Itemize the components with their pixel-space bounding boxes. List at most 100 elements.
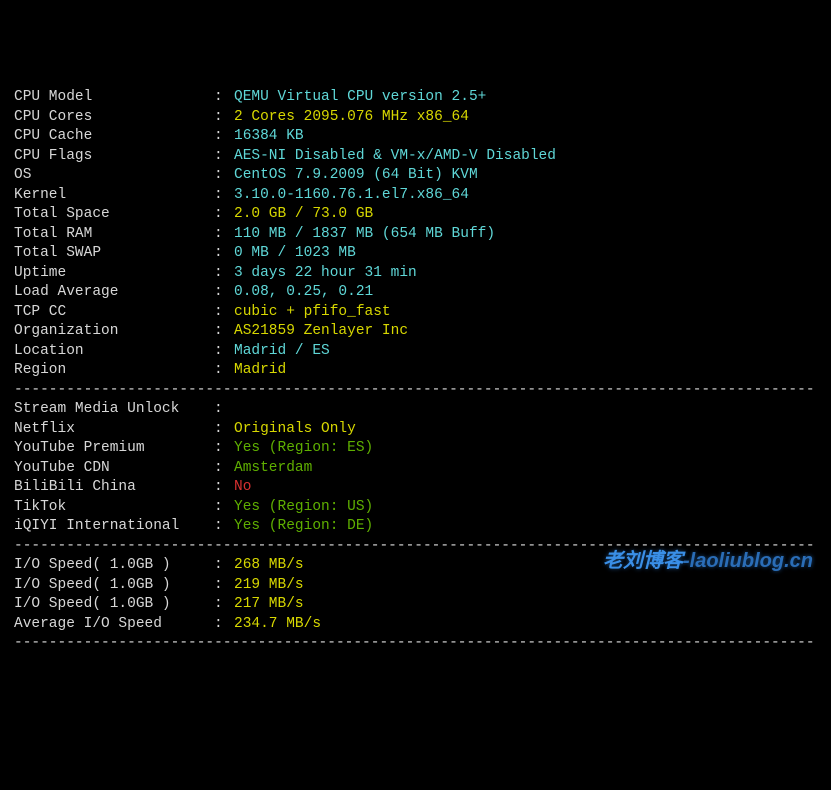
system-label: CPU Model [14, 88, 214, 108]
system-label: Kernel [14, 186, 214, 206]
system-value: QEMU Virtual CPU version 2.5+ [234, 88, 486, 108]
system-label: Total SWAP [14, 244, 214, 264]
colon: : [214, 88, 234, 108]
info-row: Total RAM: 110 MB / 1837 MB (654 MB Buff… [14, 225, 817, 245]
info-row: TikTok: Yes (Region: US) [14, 498, 817, 518]
colon: : [214, 205, 234, 225]
system-value: cubic + pfifo_fast [234, 303, 391, 323]
info-row: Stream Media Unlock: [14, 400, 817, 420]
system-value: Madrid / ES [234, 342, 330, 362]
info-row: Uptime: 3 days 22 hour 31 min [14, 264, 817, 284]
info-row: YouTube CDN: Amsterdam [14, 459, 817, 479]
info-row: I/O Speed( 1.0GB ): 268 MB/s [14, 556, 817, 576]
divider: ----------------------------------------… [14, 537, 817, 557]
info-row: BiliBili China: No [14, 478, 817, 498]
colon: : [214, 283, 234, 303]
system-label: Region [14, 361, 214, 381]
system-value: AES-NI Disabled & VM-x/AMD-V Disabled [234, 147, 556, 167]
colon: : [214, 108, 234, 128]
system-label: CPU Cache [14, 127, 214, 147]
colon: : [214, 361, 234, 381]
colon: : [214, 595, 234, 615]
system-value: 3.10.0-1160.76.1.el7.x86_64 [234, 186, 469, 206]
colon: : [214, 166, 234, 186]
info-row: Total SWAP: 0 MB / 1023 MB [14, 244, 817, 264]
colon: : [214, 322, 234, 342]
colon: : [214, 576, 234, 596]
colon: : [214, 517, 234, 537]
system-value: CentOS 7.9.2009 (64 Bit) KVM [234, 166, 478, 186]
colon: : [214, 244, 234, 264]
system-value: 2 Cores 2095.076 MHz x86_64 [234, 108, 469, 128]
colon: : [214, 127, 234, 147]
colon: : [214, 342, 234, 362]
system-label: CPU Flags [14, 147, 214, 167]
info-row: CPU Cache: 16384 KB [14, 127, 817, 147]
colon: : [214, 186, 234, 206]
stream-label: BiliBili China [14, 478, 214, 498]
stream-value: Yes (Region: US) [234, 498, 373, 518]
io-label: I/O Speed( 1.0GB ) [14, 556, 214, 576]
terminal-output: CPU Model: QEMU Virtual CPU version 2.5+… [14, 88, 817, 654]
info-row: Region: Madrid [14, 361, 817, 381]
colon: : [214, 498, 234, 518]
stream-label: YouTube Premium [14, 439, 214, 459]
io-value: 234.7 MB/s [234, 615, 321, 635]
system-label: Uptime [14, 264, 214, 284]
io-label: I/O Speed( 1.0GB ) [14, 576, 214, 596]
colon: : [214, 478, 234, 498]
colon: : [214, 439, 234, 459]
system-label: Location [14, 342, 214, 362]
io-label: Average I/O Speed [14, 615, 214, 635]
stream-label: iQIYI International [14, 517, 214, 537]
system-value: 0 MB / 1023 MB [234, 244, 356, 264]
info-row: Netflix: Originals Only [14, 420, 817, 440]
divider: ----------------------------------------… [14, 381, 817, 401]
io-value: 219 MB/s [234, 576, 304, 596]
info-row: Load Average: 0.08, 0.25, 0.21 [14, 283, 817, 303]
io-value: 268 MB/s [234, 556, 304, 576]
stream-header: Stream Media Unlock [14, 400, 214, 420]
colon: : [214, 147, 234, 167]
colon: : [214, 225, 234, 245]
info-row: I/O Speed( 1.0GB ): 219 MB/s [14, 576, 817, 596]
info-row: Organization: AS21859 Zenlayer Inc [14, 322, 817, 342]
stream-label: YouTube CDN [14, 459, 214, 479]
system-label: CPU Cores [14, 108, 214, 128]
colon: : [214, 615, 234, 635]
io-label: I/O Speed( 1.0GB ) [14, 595, 214, 615]
system-value: 110 MB / 1837 MB (654 MB Buff) [234, 225, 495, 245]
stream-value: No [234, 478, 251, 498]
colon: : [214, 556, 234, 576]
info-row: iQIYI International: Yes (Region: DE) [14, 517, 817, 537]
system-value: 3 days 22 hour 31 min [234, 264, 417, 284]
info-row: TCP CC: cubic + pfifo_fast [14, 303, 817, 323]
info-row: Total Space: 2.0 GB / 73.0 GB [14, 205, 817, 225]
system-value: 0.08, 0.25, 0.21 [234, 283, 373, 303]
stream-value: Yes (Region: ES) [234, 439, 373, 459]
stream-value: Originals Only [234, 420, 356, 440]
info-row: CPU Model: QEMU Virtual CPU version 2.5+ [14, 88, 817, 108]
info-row: CPU Cores: 2 Cores 2095.076 MHz x86_64 [14, 108, 817, 128]
info-row: Average I/O Speed: 234.7 MB/s [14, 615, 817, 635]
info-row: CPU Flags: AES-NI Disabled & VM-x/AMD-V … [14, 147, 817, 167]
system-value: 2.0 GB / 73.0 GB [234, 205, 373, 225]
stream-label: TikTok [14, 498, 214, 518]
system-value: AS21859 Zenlayer Inc [234, 322, 408, 342]
stream-label: Netflix [14, 420, 214, 440]
colon: : [214, 264, 234, 284]
system-label: Load Average [14, 283, 214, 303]
io-value: 217 MB/s [234, 595, 304, 615]
colon: : [214, 400, 234, 420]
info-row: YouTube Premium: Yes (Region: ES) [14, 439, 817, 459]
system-label: OS [14, 166, 214, 186]
system-value: Madrid [234, 361, 286, 381]
system-label: Total Space [14, 205, 214, 225]
colon: : [214, 420, 234, 440]
system-label: TCP CC [14, 303, 214, 323]
info-row: I/O Speed( 1.0GB ): 217 MB/s [14, 595, 817, 615]
stream-value: Yes (Region: DE) [234, 517, 373, 537]
stream-value: Amsterdam [234, 459, 312, 479]
system-value: 16384 KB [234, 127, 304, 147]
divider: ----------------------------------------… [14, 634, 817, 654]
